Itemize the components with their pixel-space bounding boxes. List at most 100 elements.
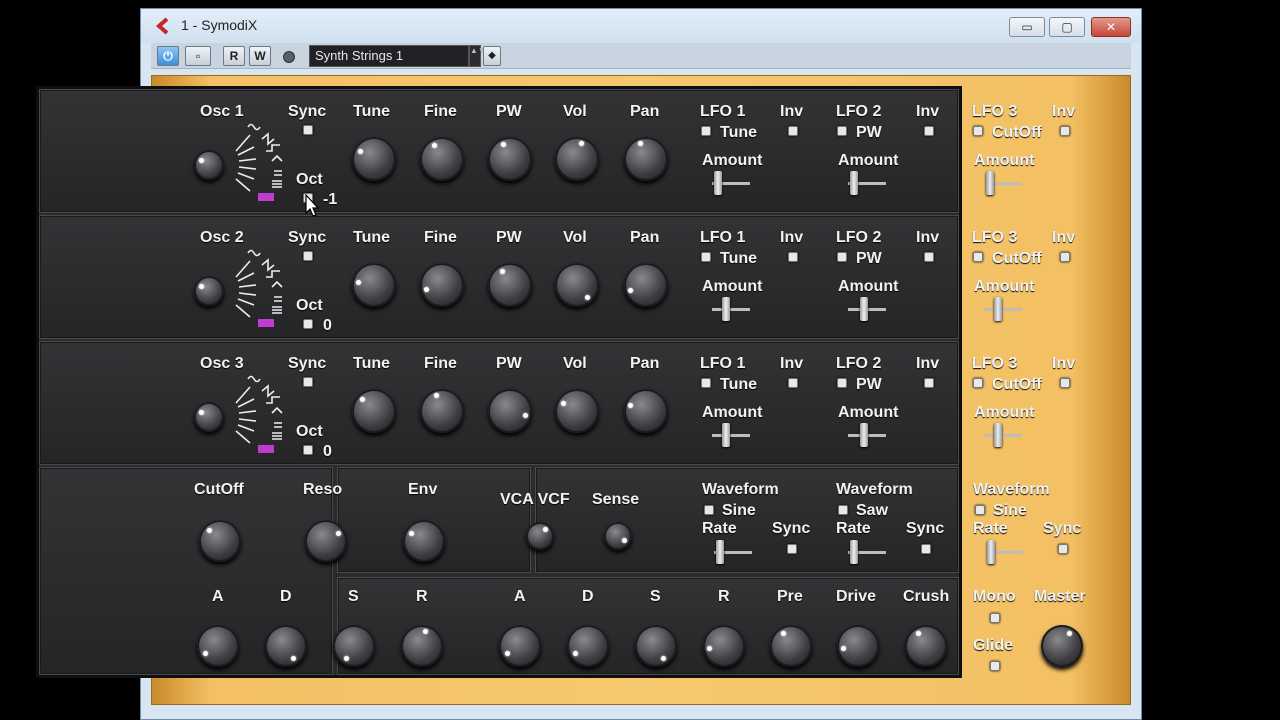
amp-drive-knob[interactable] [837,625,879,667]
osc-1-pw-knob[interactable] [488,137,532,181]
osc-3-lfo3-amount-slider[interactable] [984,423,1022,447]
lfo-3-waveform-led[interactable] [975,505,985,515]
osc-2-lfo1-inv-led[interactable] [788,252,798,262]
osc-1-tune-knob[interactable] [352,137,396,181]
lfo-1-rate-slider[interactable] [714,540,752,564]
bypass-button[interactable]: ▫ [185,46,211,66]
osc-2-sync-led[interactable] [303,251,313,261]
amp-pre-knob[interactable] [770,625,812,667]
osc-3-lfo2-inv-led[interactable] [924,378,934,388]
osc-3-oct-led[interactable] [303,445,313,455]
slider-thumb[interactable] [850,540,858,564]
osc-2-oct-led[interactable] [303,319,313,329]
osc-3-waveform-knob[interactable] [194,402,224,432]
lfo-3-sync-led[interactable] [1058,544,1068,554]
filter-a-knob[interactable] [197,625,239,667]
filter-d-knob[interactable] [265,625,307,667]
osc-2-lfo3-led[interactable] [973,252,983,262]
title-bar[interactable]: 1 - SymodiX ▭ ▢ ✕ [141,9,1141,43]
amp-a-knob[interactable] [499,625,541,667]
vca-vcf-knob[interactable] [526,522,554,550]
osc-1-lfo3-amount-slider[interactable] [984,171,1022,195]
osc-3-lfo3-inv-led[interactable] [1060,378,1070,388]
lfo-2-rate-slider[interactable] [848,540,886,564]
filter-r-knob[interactable] [401,625,443,667]
osc-2-lfo2-led[interactable] [837,252,847,262]
lfo-1-sync-led[interactable] [787,544,797,554]
slider-thumb[interactable] [860,297,868,321]
osc-1-waveform-knob[interactable] [194,150,224,180]
slider-thumb[interactable] [860,423,868,447]
osc-1-lfo2-inv-led[interactable] [924,126,934,136]
osc-3-lfo1-amount-slider[interactable] [712,423,750,447]
osc-3-pw-knob[interactable] [488,389,532,433]
slider-thumb[interactable] [850,171,858,195]
osc-1-lfo2-amount-slider[interactable] [848,171,886,195]
osc-2-pan-knob[interactable] [624,263,668,307]
slider-thumb[interactable] [994,423,1002,447]
osc-1-lfo1-inv-led[interactable] [788,126,798,136]
osc-3-vol-knob[interactable] [555,389,599,433]
osc-2-fine-knob[interactable] [420,263,464,307]
slider-thumb[interactable] [714,171,722,195]
osc-1-lfo1-led[interactable] [701,126,711,136]
lfo-1-waveform-led[interactable] [704,505,714,515]
osc-1-lfo2-led[interactable] [837,126,847,136]
amp-s-knob[interactable] [635,625,677,667]
osc-3-lfo2-led[interactable] [837,378,847,388]
osc-3-lfo1-led[interactable] [701,378,711,388]
slider-thumb[interactable] [722,423,730,447]
lfo-2-waveform-led[interactable] [838,505,848,515]
preset-menu-button[interactable]: ◆ [483,46,501,66]
write-automation-button[interactable]: W [249,46,271,66]
osc-2-lfo2-amount-slider[interactable] [848,297,886,321]
osc-2-pw-knob[interactable] [488,263,532,307]
osc-1-lfo1-amount-slider[interactable] [712,171,750,195]
slider-thumb[interactable] [722,297,730,321]
osc-1-fine-knob[interactable] [420,137,464,181]
preset-spinner[interactable]: ▲▼ [469,45,486,67]
osc-2-vol-knob[interactable] [555,263,599,307]
osc-3-tune-knob[interactable] [352,389,396,433]
mono-led[interactable] [990,613,1000,623]
osc-2-lfo2-inv-led[interactable] [924,252,934,262]
lfo-2-sync-led[interactable] [921,544,931,554]
osc-3-lfo2-amount-slider[interactable] [848,423,886,447]
osc-1-lfo3-led[interactable] [973,126,983,136]
osc-1-sync-led[interactable] [303,125,313,135]
minimize-button[interactable]: ▭ [1009,17,1045,37]
amp-r-knob[interactable] [703,625,745,667]
osc-3-lfo3-led[interactable] [973,378,983,388]
maximize-button[interactable]: ▢ [1049,17,1085,37]
power-button[interactable]: ⏻ [157,46,179,66]
slider-thumb[interactable] [994,297,1002,321]
master-knob[interactable] [1041,625,1083,667]
osc-3-lfo1-inv-led[interactable] [788,378,798,388]
slider-thumb[interactable] [987,540,995,564]
osc-3-sync-led[interactable] [303,377,313,387]
glide-led[interactable] [990,661,1000,671]
lfo-3-rate-slider[interactable] [985,540,1023,564]
osc-2-lfo3-inv-led[interactable] [1060,252,1070,262]
slider-thumb[interactable] [716,540,724,564]
amp-d-knob[interactable] [567,625,609,667]
osc-3-pan-knob[interactable] [624,389,668,433]
reso-knob[interactable] [305,520,347,562]
osc-2-tune-knob[interactable] [352,263,396,307]
amp-crush-knob[interactable] [905,625,947,667]
osc-2-lfo1-amount-slider[interactable] [712,297,750,321]
slider-thumb[interactable] [986,171,994,195]
osc-2-lfo3-amount-slider[interactable] [984,297,1022,321]
preset-name-field[interactable]: Synth Strings 1 [309,45,469,67]
sense-knob[interactable] [604,522,632,550]
osc-2-waveform-knob[interactable] [194,276,224,306]
osc-1-vol-knob[interactable] [555,137,599,181]
osc-1-lfo3-inv-led[interactable] [1060,126,1070,136]
osc-2-lfo1-led[interactable] [701,252,711,262]
cutoff-knob[interactable] [199,520,241,562]
env-knob[interactable] [403,520,445,562]
read-automation-button[interactable]: R [223,46,245,66]
osc-1-pan-knob[interactable] [624,137,668,181]
osc-3-fine-knob[interactable] [420,389,464,433]
filter-s-knob[interactable] [333,625,375,667]
